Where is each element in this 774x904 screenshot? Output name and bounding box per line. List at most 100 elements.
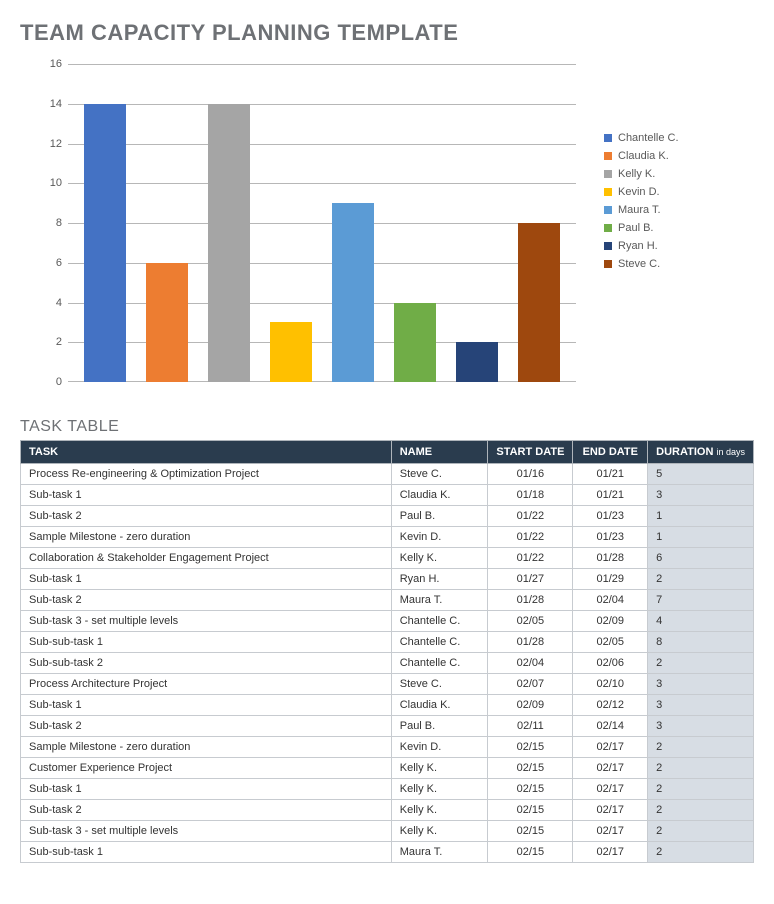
table-cell: 2 [648, 800, 754, 821]
table-cell: Process Architecture Project [21, 674, 392, 695]
y-axis-tick-label: 16 [26, 58, 62, 70]
table-cell: 01/18 [488, 485, 573, 506]
task-table-heading: TASK TABLE [20, 418, 754, 436]
table-cell: 1 [648, 527, 754, 548]
table-cell: 02/15 [488, 758, 573, 779]
table-cell: Sub-task 1 [21, 779, 392, 800]
chart-bar [394, 303, 436, 383]
table-cell: 02/17 [573, 779, 648, 800]
legend-item: Steve C. [604, 258, 679, 270]
table-row: Sub-task 1Claudia K.02/0902/123 [21, 695, 754, 716]
table-row: Sub-task 2Paul B.01/2201/231 [21, 506, 754, 527]
table-cell: Sample Milestone - zero duration [21, 737, 392, 758]
table-cell: Claudia K. [391, 695, 488, 716]
chart-bar [146, 263, 188, 382]
table-cell: Kelly K. [391, 758, 488, 779]
table-cell: 02/09 [573, 611, 648, 632]
chart-bar [518, 223, 560, 382]
table-cell: 8 [648, 632, 754, 653]
table-cell: 5 [648, 464, 754, 485]
table-cell: 2 [648, 821, 754, 842]
task-table: TASK NAME START DATE END DATE DURATION i… [20, 440, 754, 863]
table-cell: 02/12 [573, 695, 648, 716]
table-cell: Sub-sub-task 1 [21, 632, 392, 653]
table-cell: 02/15 [488, 800, 573, 821]
table-row: Sub-task 3 - set multiple levelsKelly K.… [21, 821, 754, 842]
table-cell: Sub-task 1 [21, 485, 392, 506]
table-cell: 02/09 [488, 695, 573, 716]
y-axis-tick-label: 2 [26, 336, 62, 348]
table-cell: 02/10 [573, 674, 648, 695]
table-cell: 02/04 [488, 653, 573, 674]
chart-bar [332, 203, 374, 382]
chart-plot: 0246810121416 [26, 60, 586, 400]
table-cell: 01/16 [488, 464, 573, 485]
col-start-header: START DATE [488, 441, 573, 464]
table-row: Process Re-engineering & Optimization Pr… [21, 464, 754, 485]
table-row: Sub-task 3 - set multiple levelsChantell… [21, 611, 754, 632]
legend-swatch [604, 188, 612, 196]
table-cell: 3 [648, 695, 754, 716]
table-cell: Kelly K. [391, 548, 488, 569]
y-axis-tick-label: 0 [26, 376, 62, 388]
legend-item: Chantelle C. [604, 132, 679, 144]
legend-label: Steve C. [618, 258, 660, 270]
legend-item: Claudia K. [604, 150, 679, 162]
table-cell: 01/22 [488, 527, 573, 548]
table-cell: Sub-task 1 [21, 569, 392, 590]
table-cell: Sample Milestone - zero duration [21, 527, 392, 548]
table-cell: 02/14 [573, 716, 648, 737]
table-cell: Sub-task 1 [21, 695, 392, 716]
table-cell: Process Re-engineering & Optimization Pr… [21, 464, 392, 485]
col-task-header: TASK [21, 441, 392, 464]
legend-label: Ryan H. [618, 240, 658, 252]
table-cell: Customer Experience Project [21, 758, 392, 779]
table-cell: Paul B. [391, 716, 488, 737]
table-row: Sub-task 2Kelly K.02/1502/172 [21, 800, 754, 821]
legend-item: Kelly K. [604, 168, 679, 180]
table-cell: 3 [648, 485, 754, 506]
table-cell: 7 [648, 590, 754, 611]
table-cell: 2 [648, 842, 754, 863]
capacity-chart: 0246810121416 Chantelle C.Claudia K.Kell… [20, 60, 754, 400]
table-cell: Sub-task 3 - set multiple levels [21, 821, 392, 842]
table-cell: Maura T. [391, 842, 488, 863]
table-cell: 02/15 [488, 779, 573, 800]
table-cell: Sub-task 2 [21, 506, 392, 527]
table-cell: Chantelle C. [391, 632, 488, 653]
table-row: Customer Experience ProjectKelly K.02/15… [21, 758, 754, 779]
table-cell: 02/07 [488, 674, 573, 695]
table-cell: 6 [648, 548, 754, 569]
y-axis-tick-label: 4 [26, 297, 62, 309]
chart-bar [84, 104, 126, 382]
col-duration-header: DURATION in days [648, 441, 754, 464]
y-axis-tick-label: 8 [26, 217, 62, 229]
table-cell: 1 [648, 506, 754, 527]
table-cell: 2 [648, 653, 754, 674]
table-cell: Sub-sub-task 1 [21, 842, 392, 863]
legend-label: Maura T. [618, 204, 661, 216]
table-cell: 02/05 [488, 611, 573, 632]
table-cell: 01/22 [488, 548, 573, 569]
table-cell: Claudia K. [391, 485, 488, 506]
table-cell: Chantelle C. [391, 611, 488, 632]
table-row: Sub-task 1Kelly K.02/1502/172 [21, 779, 754, 800]
table-row: Sub-task 2Paul B.02/1102/143 [21, 716, 754, 737]
table-cell: Kevin D. [391, 737, 488, 758]
table-cell: Kelly K. [391, 779, 488, 800]
chart-bar [456, 342, 498, 382]
table-cell: 2 [648, 569, 754, 590]
legend-label: Claudia K. [618, 150, 669, 162]
y-axis-tick-label: 6 [26, 257, 62, 269]
table-cell: 02/05 [573, 632, 648, 653]
table-cell: 02/17 [573, 821, 648, 842]
table-cell: 02/15 [488, 821, 573, 842]
page-title: TEAM CAPACITY PLANNING TEMPLATE [20, 20, 754, 46]
table-cell: 02/04 [573, 590, 648, 611]
table-row: Sample Milestone - zero durationKevin D.… [21, 737, 754, 758]
table-cell: Sub-sub-task 2 [21, 653, 392, 674]
table-cell: 02/15 [488, 842, 573, 863]
legend-swatch [604, 260, 612, 268]
legend-item: Kevin D. [604, 186, 679, 198]
table-cell: 01/27 [488, 569, 573, 590]
